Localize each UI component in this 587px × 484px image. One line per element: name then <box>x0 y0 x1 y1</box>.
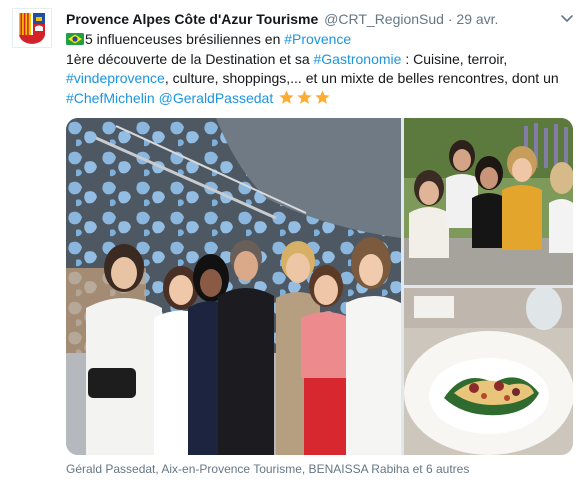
tweet-line-1: 5 influenceuses brésiliennes en #Provenc… <box>66 30 576 50</box>
tagged-people-link[interactable]: Gérald Passedat, Aix-en-Provence Tourism… <box>66 462 469 476</box>
hashtag-chefmichelin[interactable]: #ChefMichelin <box>66 90 155 106</box>
tweet-text-part: : Cuisine, terroir, <box>401 50 508 67</box>
photo-gastronomy-dish[interactable] <box>404 288 573 455</box>
tweet-header: Provence Alpes Côte d'Azur Tourisme @CRT… <box>66 10 498 28</box>
tweet-date[interactable]: 29 avr. <box>456 11 498 27</box>
tweet-line-4: #ChefMichelin @GeraldPassedat <box>66 89 576 109</box>
star-icon <box>297 89 312 104</box>
hashtag-provence[interactable]: #Provence <box>284 31 351 47</box>
author-handle[interactable]: @CRT_RegionSud <box>324 11 444 27</box>
star-icon <box>279 89 294 104</box>
photo-women-lavender[interactable] <box>404 118 573 285</box>
tweet-media-grid <box>66 118 573 455</box>
hashtag-gastronomie[interactable]: #Gastronomie <box>314 51 402 67</box>
tweet-text-part: , culture, shoppings,... et un mixte de … <box>164 70 559 86</box>
author-name[interactable]: Provence Alpes Côte d'Azur Tourisme <box>66 11 318 27</box>
tweet-text: 5 influenceuses brésiliennes en #Provenc… <box>66 30 576 108</box>
tagged-people: Gérald Passedat, Aix-en-Provence Tourism… <box>66 462 469 476</box>
tweet-text-part: 1ère découverte de la Destination et sa <box>66 50 314 67</box>
tweet-text-part: 5 influenceuses brésiliennes en <box>85 31 285 47</box>
tweet-line-3: #vindeprovence, culture, shoppings,... e… <box>66 69 576 89</box>
star-icon <box>315 89 330 104</box>
avatar[interactable] <box>12 8 52 48</box>
chevron-down-icon[interactable] <box>559 10 575 26</box>
separator-dot: · <box>447 11 453 27</box>
tweet-line-2: 1ère découverte de la Destination et sa … <box>66 50 576 70</box>
hashtag-vindeprovence[interactable]: #vindeprovence <box>66 70 165 86</box>
region-coat-of-arms-logo <box>19 13 45 44</box>
brazil-flag-icon <box>66 33 84 45</box>
photo-group-influencers[interactable] <box>66 118 401 455</box>
mention-geraldpassedat[interactable]: @GeraldPassedat <box>159 90 274 106</box>
